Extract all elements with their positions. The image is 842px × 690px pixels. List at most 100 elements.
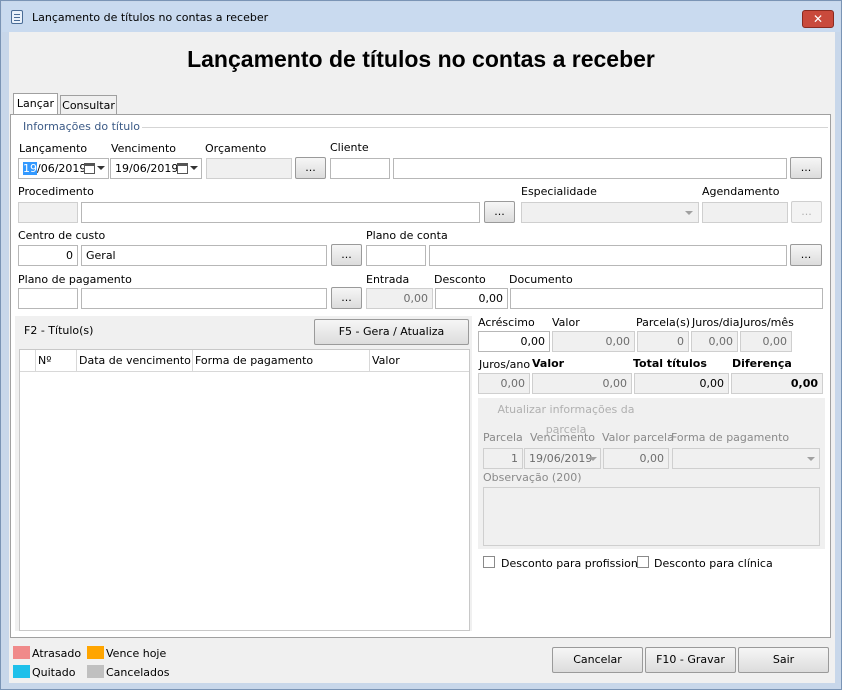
close-button[interactable]: ✕ [802, 10, 834, 28]
diferenca-input: 0,00 [731, 373, 823, 394]
desconto-profissional-label: Desconto para profissional [501, 557, 648, 570]
window-title: Lançamento de títulos no contas a recebe… [32, 11, 269, 24]
calendar-icon[interactable] [177, 163, 188, 174]
column-separator [369, 350, 370, 372]
plano-pagamento-label: Plano de pagamento [18, 273, 132, 286]
total-titulos-input: 0,00 [634, 373, 729, 394]
app-icon [11, 10, 23, 24]
plano-pagamento-code-input[interactable] [18, 288, 78, 309]
sair-button[interactable]: Sair [738, 647, 829, 673]
lancamento-label: Lançamento [19, 142, 88, 155]
tab-lancar[interactable]: Lançar [13, 93, 58, 116]
vence-hoje-swatch [87, 646, 104, 659]
centro-custo-name-input[interactable]: Geral [81, 245, 327, 266]
title-bar[interactable]: Lançamento de títulos no contas a recebe… [2, 2, 840, 32]
chevron-down-icon[interactable] [190, 166, 198, 170]
juros-ano-input: 0,00 [478, 373, 530, 394]
procedimento-label: Procedimento [18, 185, 94, 198]
tab-panel-lancar: Informações do título Lançamento 19/06/2… [10, 114, 831, 638]
desconto-profissional-checkbox[interactable] [483, 556, 495, 568]
documento-input[interactable] [510, 288, 823, 309]
juros-dia-input: 0,00 [691, 331, 738, 352]
plano-conta-code-input[interactable] [366, 245, 426, 266]
orcamento-input [206, 158, 292, 179]
page-title: Lançamento de títulos no contas a recebe… [187, 46, 655, 72]
cancelados-label: Cancelados [106, 666, 170, 679]
tab-consultar[interactable]: Consultar [60, 95, 117, 116]
calendar-icon[interactable] [84, 163, 95, 174]
chevron-down-icon [685, 211, 693, 215]
vencimento-label: Vencimento [111, 142, 177, 155]
centro-custo-lookup-button[interactable]: ... [331, 244, 362, 266]
titulos-table[interactable]: Nº Data de vencimento Forma de pagamento… [19, 349, 470, 631]
valor-total-label: Valor [532, 357, 565, 370]
centro-custo-code-input[interactable]: 0 [18, 245, 78, 266]
desconto-clinica-label: Desconto para clínica [654, 557, 773, 570]
valor-input: 0,00 [552, 331, 635, 352]
agendamento-input [702, 202, 788, 223]
forma-pagamento-label: Forma de pagamento [671, 431, 790, 444]
procedimento-lookup-button[interactable]: ... [484, 201, 515, 223]
orcamento-lookup-button[interactable]: ... [295, 157, 326, 179]
column-separator [76, 350, 77, 372]
juros-mes-input: 0,00 [740, 331, 792, 352]
quitado-swatch [13, 665, 30, 678]
section-divider [142, 127, 828, 128]
especialidade-label: Especialidade [521, 185, 597, 198]
titulos-table-header: Nº Data de vencimento Forma de pagamento… [20, 350, 469, 372]
parcela-label: Parcela [483, 431, 523, 444]
forma-pagamento-select [672, 448, 820, 469]
cliente-label: Cliente [330, 141, 369, 154]
valor-parcela-label: Valor parcela [602, 431, 674, 444]
cliente-lookup-button[interactable]: ... [790, 157, 822, 179]
atualizar-parcela-button: Atualizar informações da parcela [481, 400, 651, 436]
chevron-down-icon[interactable] [97, 166, 105, 170]
acrescimo-input[interactable]: 0,00 [478, 331, 550, 352]
juros-mes-label: Juros/mês [740, 316, 794, 329]
centro-custo-label: Centro de custo [18, 229, 106, 242]
valor-label: Valor [552, 316, 580, 329]
section-title: Informações do título [23, 120, 141, 133]
lancamento-day: 19 [23, 162, 37, 175]
observacao-label: Observação (200) [483, 471, 582, 484]
col-forma-pagamento[interactable]: Forma de pagamento [195, 354, 313, 367]
parcelas-input: 0 [637, 331, 689, 352]
lancamento-date-input[interactable]: 19/06/2019 [18, 158, 109, 179]
cliente-code-input[interactable] [330, 158, 390, 179]
procedimento-code-input [18, 202, 78, 223]
documento-label: Documento [509, 273, 573, 286]
orcamento-label: Orçamento [205, 142, 267, 155]
chevron-down-icon [807, 457, 815, 461]
parcelas-label: Parcela(s) [636, 316, 691, 329]
cancelados-swatch [87, 665, 104, 678]
plano-conta-lookup-button[interactable]: ... [790, 244, 822, 266]
atrasado-label: Atrasado [32, 647, 82, 660]
acrescimo-label: Acréscimo [478, 316, 535, 329]
valor-total-input: 0,00 [532, 373, 632, 394]
desconto-input[interactable]: 0,00 [435, 288, 508, 309]
gera-parcelas-button[interactable]: F5 - Gera / Atualiza parcelas [314, 319, 469, 362]
agendamento-lookup-button: ... [791, 201, 822, 223]
atrasado-swatch [13, 646, 30, 659]
agendamento-label: Agendamento [702, 185, 780, 198]
gravar-button[interactable]: F10 - Gravar [645, 647, 736, 673]
especialidade-select [521, 202, 699, 223]
desconto-clinica-checkbox[interactable] [637, 556, 649, 568]
valor-parcela-input: 0,00 [603, 448, 669, 469]
total-titulos-label: Total títulos [633, 357, 707, 370]
procedimento-name-input[interactable] [81, 202, 480, 223]
chevron-down-icon [589, 457, 597, 461]
cancelar-button[interactable]: Cancelar [552, 647, 643, 673]
vencimento-date-input[interactable]: 19/06/2019 [110, 158, 202, 179]
desconto-label: Desconto [434, 273, 486, 286]
col-data-vencimento[interactable]: Data de vencimento [79, 354, 191, 367]
col-valor[interactable]: Valor [372, 354, 400, 367]
cliente-name-input[interactable] [393, 158, 787, 179]
plano-pagamento-name-input[interactable] [81, 288, 327, 309]
plano-pagamento-lookup-button[interactable]: ... [331, 287, 362, 309]
column-separator [192, 350, 193, 372]
plano-conta-label: Plano de conta [366, 229, 448, 242]
plano-conta-name-input[interactable] [429, 245, 787, 266]
juros-ano-label: Juros/ano [479, 358, 531, 371]
col-numero[interactable]: Nº [38, 354, 51, 367]
